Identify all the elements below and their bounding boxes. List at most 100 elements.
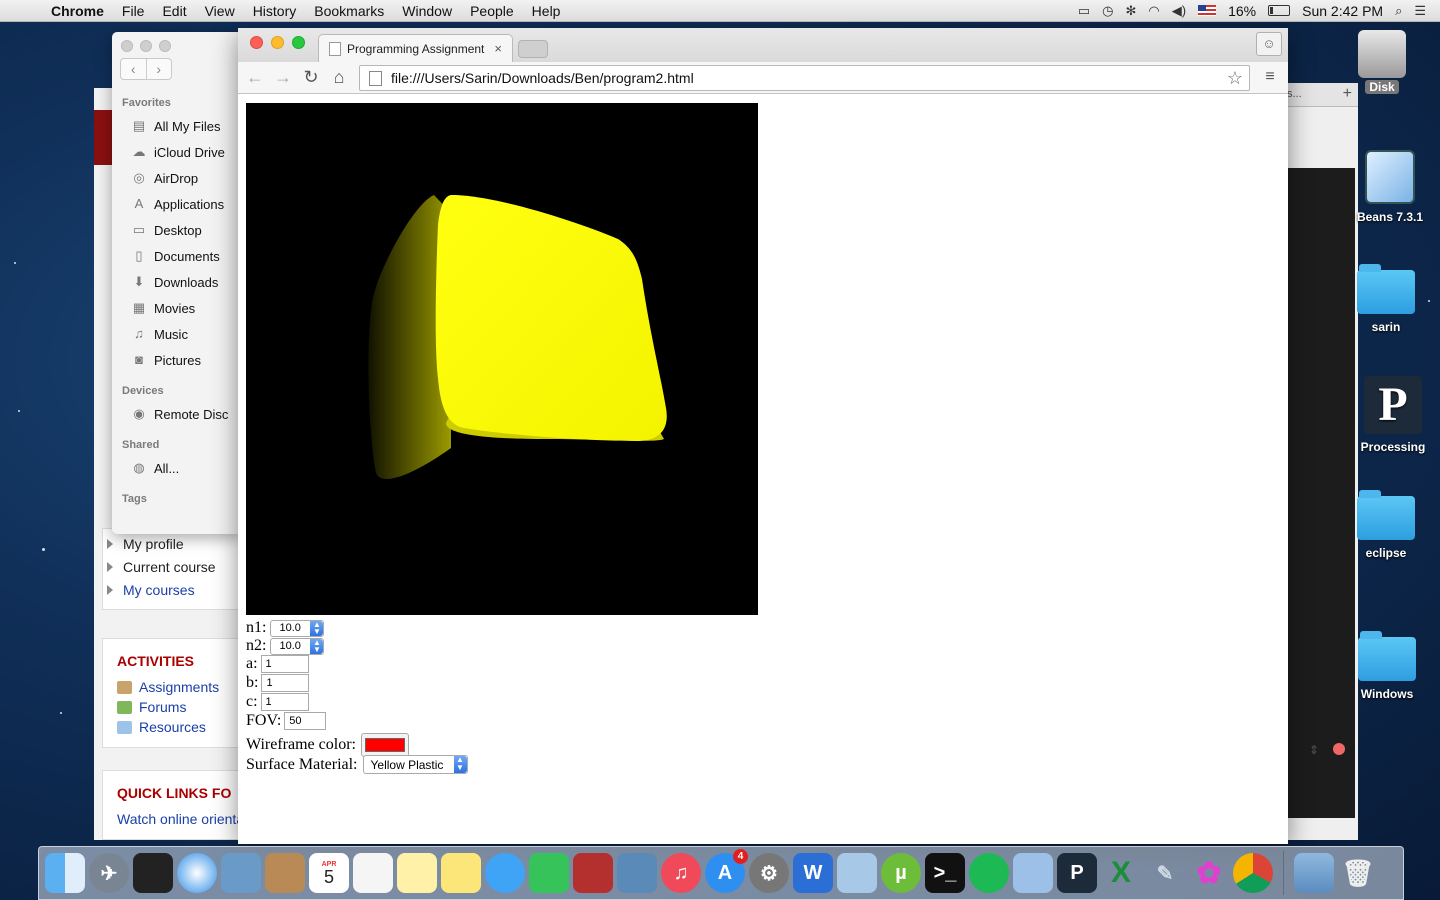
dock-finder-icon[interactable] <box>45 853 85 893</box>
dock-calendar-icon[interactable]: APR 5 <box>309 853 349 893</box>
sidebar-item-music[interactable]: ♫ Music <box>130 326 188 342</box>
menu-app[interactable]: Chrome <box>42 3 113 19</box>
back-arrow-icon[interactable]: ‹ <box>121 59 147 79</box>
forward-button-icon[interactable]: → <box>272 66 294 88</box>
desktop-folder-sarin[interactable]: sarin <box>1346 264 1426 334</box>
chrome-menu-icon[interactable]: ≡ <box>1259 66 1281 88</box>
desktop-folder-windows[interactable]: Windows <box>1347 631 1427 701</box>
activity-assignments-link[interactable]: Assignments <box>139 679 219 695</box>
dock-reminders-icon[interactable] <box>353 853 393 893</box>
menu-edit[interactable]: Edit <box>153 3 195 19</box>
render-canvas[interactable] <box>246 103 758 615</box>
sidebar-item-remote-disc[interactable]: ◉ Remote Disc <box>130 406 228 422</box>
finder-minimize-button[interactable] <box>140 40 152 52</box>
menu-history[interactable]: History <box>244 3 306 19</box>
menu-help[interactable]: Help <box>523 3 570 19</box>
sidebar-item-all-my-files[interactable]: ▤ All My Files <box>130 118 221 134</box>
close-circle-icon[interactable] <box>1333 743 1345 755</box>
notification-center-icon[interactable]: ☰ <box>1414 3 1426 19</box>
forward-arrow-icon[interactable]: › <box>147 59 172 79</box>
dock-messages-icon[interactable] <box>485 853 525 893</box>
sidebar-item-documents[interactable]: ▯ Documents <box>130 248 219 264</box>
airplay-icon[interactable]: ▭ <box>1078 3 1090 19</box>
stepper-arrows-icon[interactable]: ▲ ▼ <box>310 620 324 636</box>
clock[interactable]: Sun 2:42 PM <box>1302 3 1383 19</box>
profile-icon[interactable]: ☺ <box>1256 32 1282 56</box>
dock-facetime-icon[interactable] <box>529 853 569 893</box>
back-button-icon[interactable]: ← <box>244 66 266 88</box>
minimize-window-button[interactable] <box>271 36 284 49</box>
dock-appstore-icon[interactable]: A4 <box>705 849 748 893</box>
zoom-window-button[interactable] <box>292 36 305 49</box>
c-input[interactable]: 1 <box>260 693 309 711</box>
dock-excel-icon[interactable]: X <box>1101 853 1141 893</box>
surface-material-select[interactable]: Yellow Plastic ▲ ▼ <box>362 755 468 774</box>
dock-safari-icon[interactable] <box>177 853 217 893</box>
dock-spotify-icon[interactable] <box>969 853 1009 893</box>
menu-file[interactable]: File <box>113 3 154 19</box>
address-bar[interactable]: file:///Users/Sarin/Downloads/Ben/progra… <box>359 65 1250 91</box>
dock-netbeans-icon[interactable] <box>837 853 877 893</box>
stepper-arrows-icon[interactable]: ▲ ▼ <box>310 638 324 654</box>
dock-word-icon[interactable]: W <box>793 853 833 893</box>
close-window-button[interactable] <box>250 36 263 49</box>
dock-trash-icon[interactable]: 🗑 <box>1338 853 1378 893</box>
dock-flower-icon[interactable]: ✿ <box>1189 853 1229 893</box>
time-machine-icon[interactable]: ◷ <box>1102 3 1113 19</box>
desktop-folder-eclipse[interactable]: eclipse <box>1346 490 1426 560</box>
dock-notes-icon[interactable] <box>397 853 437 893</box>
wifi-icon[interactable]: ◠ <box>1148 3 1159 19</box>
desktop-processing[interactable]: P Processing <box>1353 376 1433 454</box>
select-arrows-icon[interactable]: ▲ ▼ <box>453 756 467 773</box>
dock-itunes-icon[interactable]: ♫ <box>661 853 701 893</box>
n2-value[interactable]: 10.0 <box>271 640 310 652</box>
menu-window[interactable]: Window <box>393 3 461 19</box>
dock-launchpad-icon[interactable]: ✈ <box>89 853 129 893</box>
spotlight-icon[interactable]: ⌕ <box>1395 3 1402 19</box>
b-input[interactable]: 1 <box>261 674 310 692</box>
new-tab-button[interactable] <box>518 40 548 58</box>
dock-utorrent-icon[interactable]: µ <box>881 853 921 893</box>
tab-close-icon[interactable]: × <box>494 41 502 56</box>
tab-programming-assignment[interactable]: Programming Assignment × <box>318 34 513 62</box>
sidebar-item-shared-all[interactable]: ◍ All... <box>130 460 179 476</box>
sidebar-item-movies[interactable]: ▦ Movies <box>130 300 195 316</box>
dock-preview-icon[interactable] <box>221 853 261 893</box>
n1-value[interactable]: 10.0 <box>271 622 310 634</box>
nav-my-courses[interactable]: My courses <box>107 582 195 598</box>
activity-resources-link[interactable]: Resources <box>139 719 206 735</box>
bookmark-star-icon[interactable]: ☆ <box>1227 68 1243 89</box>
dock-photobooth-icon[interactable] <box>133 853 173 893</box>
finder-close-button[interactable] <box>121 40 133 52</box>
volume-icon[interactable]: ◀) <box>1172 3 1186 19</box>
dock-system-preferences-icon[interactable]: ⚙ <box>749 853 789 893</box>
reload-icon[interactable]: ↻ <box>300 66 322 88</box>
sidebar-item-icloud-drive[interactable]: ☁ iCloud Drive <box>130 144 225 160</box>
activity-forums-link[interactable]: Forums <box>139 699 186 715</box>
input-source-flag-icon[interactable] <box>1198 5 1217 16</box>
a-input[interactable]: 1 <box>260 655 309 673</box>
desktop-disk[interactable]: Disk <box>1342 30 1422 94</box>
dock-terminal-icon[interactable]: >_ <box>925 853 965 893</box>
sidebar-item-airdrop[interactable]: ◎ AirDrop <box>130 170 198 186</box>
nav-my-profile[interactable]: My profile <box>107 536 184 552</box>
stepper-icon[interactable]: ⇕ <box>1309 743 1319 757</box>
menu-people[interactable]: People <box>461 3 523 19</box>
sidebar-item-desktop[interactable]: ▭ Desktop <box>130 222 202 238</box>
n1-stepper[interactable]: 10.0 ▲ ▼ <box>270 619 325 637</box>
dock-processing-icon[interactable]: P <box>1057 853 1097 893</box>
dock-stickies-icon[interactable] <box>441 853 481 893</box>
menu-bookmarks[interactable]: Bookmarks <box>305 3 393 19</box>
sidebar-item-downloads[interactable]: ⬇ Downloads <box>130 274 219 290</box>
url-text[interactable]: file:///Users/Sarin/Downloads/Ben/progra… <box>391 70 694 86</box>
dock-contacts-icon[interactable] <box>265 853 305 893</box>
sidebar-item-applications[interactable]: A Applications <box>130 196 224 212</box>
dock-applications-folder-icon[interactable] <box>1294 853 1334 893</box>
nav-current-course[interactable]: Current course <box>107 559 216 575</box>
sidebar-item-pictures[interactable]: ◙ Pictures <box>130 352 201 368</box>
dock-pencil-icon[interactable]: ✎ <box>1145 853 1185 893</box>
home-icon[interactable]: ⌂ <box>328 66 350 88</box>
battery-percent[interactable]: 16% <box>1228 3 1256 19</box>
fov-input[interactable]: 50 <box>284 712 327 730</box>
dock-iphoto-icon[interactable] <box>617 853 657 893</box>
